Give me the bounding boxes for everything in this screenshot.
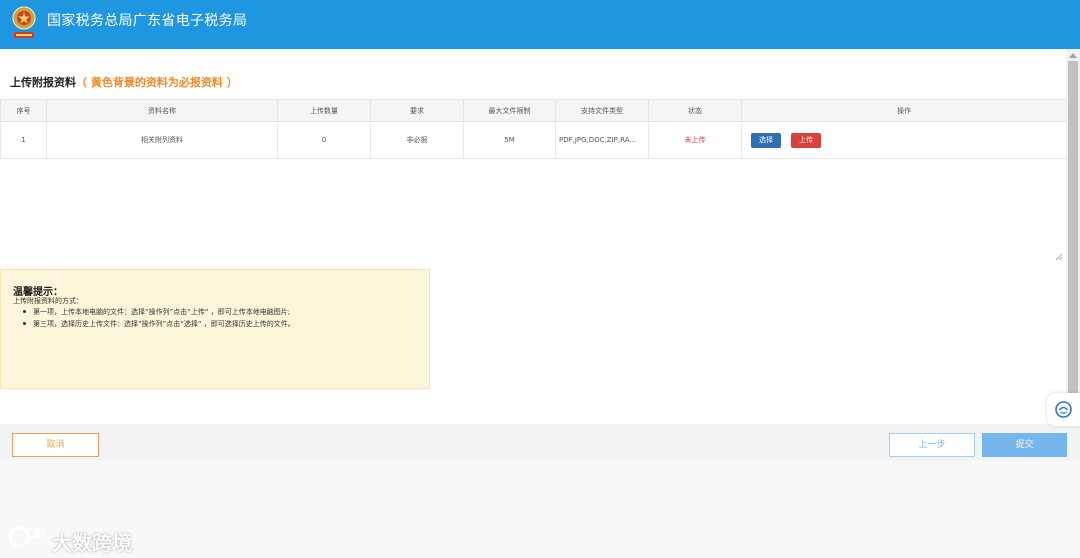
watermark: 大数跨境 <box>8 524 132 555</box>
column-header-index: 序号 <box>0 99 47 122</box>
cell-status: 未上传 <box>648 121 742 159</box>
app-header: 国家税务总局广东省电子税务局 <box>0 0 1080 49</box>
select-button[interactable]: 选择 <box>751 132 781 148</box>
upload-button[interactable]: 上传 <box>791 132 821 148</box>
tips-item: 第三项，选择历史上传文件：选择“操作列”点击“选择” ，即可选择历史上传的文件。 <box>23 319 295 329</box>
cell-max-size: 5M <box>463 121 556 159</box>
cell-actions: 选择 上传 <box>741 121 1066 159</box>
scroll-up-icon[interactable] <box>1069 53 1077 58</box>
table-row: 1 相关附列资料 0 非必报 5M PDF,JPG,DOC,ZIP,RA... … <box>0 121 1066 159</box>
submit-button[interactable]: 提交 <box>982 433 1067 457</box>
cell-name: 相关附列资料 <box>46 121 278 159</box>
cell-count: 0 <box>277 121 371 159</box>
scroll-thumb[interactable] <box>1068 61 1078 396</box>
watermark-logo-icon <box>8 526 45 548</box>
assistant-icon <box>1055 401 1072 418</box>
required-note: （ 黄色背景的资料为必报资料 ） <box>76 76 238 89</box>
tips-list: 第一项，上传本地电脑的文件：选择“操作列”点击“上传” ，即可上传本地电脑图片;… <box>23 307 295 331</box>
cell-requirement: 非必报 <box>370 121 464 159</box>
previous-step-button[interactable]: 上一步 <box>889 433 975 457</box>
column-header-status: 状态 <box>648 99 742 122</box>
cancel-button[interactable]: 取消 <box>12 433 99 457</box>
cell-index: 1 <box>0 121 47 159</box>
section-title-text: 上传附报资料 <box>10 76 76 89</box>
section-title: 上传附报资料（ 黄色背景的资料为必报资料 ） <box>10 74 238 90</box>
tips-item: 第一项，上传本地电脑的文件：选择“操作列”点击“上传” ，即可上传本地电脑图片; <box>23 307 295 317</box>
column-header-requirement: 要求 <box>370 99 464 122</box>
table-header-row: 序号 资料名称 上传数量 要求 最大文件限制 支持文件类型 状态 操作 <box>0 99 1066 122</box>
tips-intro: 上传附报资料的方式： <box>13 297 83 305</box>
column-header-count: 上传数量 <box>277 99 371 122</box>
footer-bar: 取消 上一步 提交 <box>0 424 1080 461</box>
main-content: 上传附报资料（ 黄色背景的资料为必报资料 ） 序号 资料名称 上传数量 要求 最… <box>0 49 1066 424</box>
page-title: 国家税务总局广东省电子税务局 <box>47 13 248 29</box>
cell-types: PDF,JPG,DOC,ZIP,RA... <box>555 121 649 159</box>
column-header-max-size: 最大文件限制 <box>463 99 556 122</box>
tips-box: 温馨提示： 上传附报资料的方式： 第一项，上传本地电脑的文件：选择“操作列”点击… <box>0 269 430 389</box>
floating-assistant-button[interactable] <box>1047 393 1080 426</box>
attachments-table: 序号 资料名称 上传数量 要求 最大文件限制 支持文件类型 状态 操作 1 相关… <box>0 99 1066 159</box>
watermark-text: 大数跨境 <box>52 531 132 555</box>
column-header-name: 资料名称 <box>46 99 278 122</box>
column-header-actions: 操作 <box>741 99 1066 122</box>
resize-grip-icon[interactable] <box>1055 253 1063 261</box>
tax-emblem-icon <box>12 6 36 38</box>
column-header-types: 支持文件类型 <box>555 99 649 122</box>
